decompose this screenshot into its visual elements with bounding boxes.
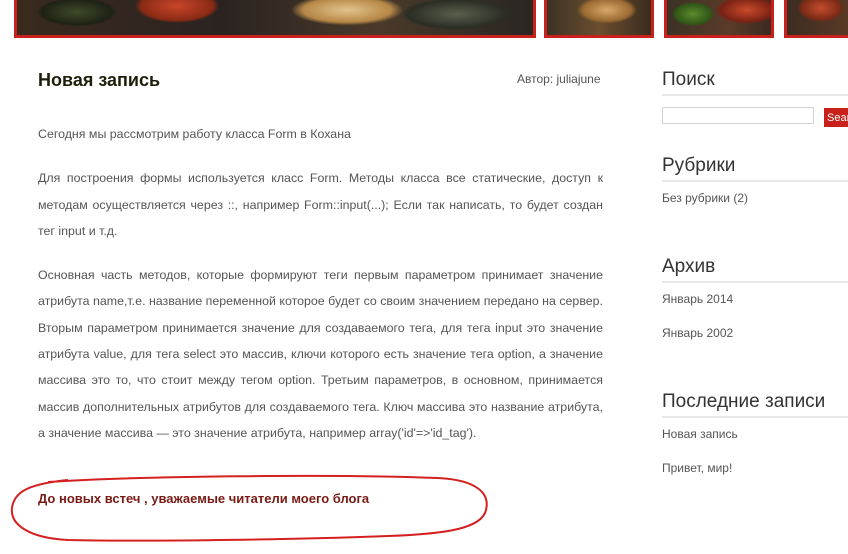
recent-posts-widget-title: Последние записи [662,390,848,418]
archive-link[interactable]: Январь 2014 [662,292,733,306]
search-button[interactable]: Search [824,108,848,127]
categories-widget-title: Рубрики [662,154,848,182]
hand-drawn-ellipse [10,474,488,542]
archive-widget-title: Архив [662,255,848,283]
closing-text: До новых встеч , уважаемые читатели моег… [38,491,370,506]
header-image-main [14,0,536,38]
post-paragraph: Для построения формы используется класс … [38,171,603,238]
post-content: Сегодня мы рассмотрим работу класса Form… [38,121,603,464]
recent-post-link[interactable]: Привет, мир! [662,461,732,475]
closing-annotation: До новых встеч , уважаемые читатели моег… [8,474,490,544]
category-link[interactable]: Без рубрики (2) [662,191,748,205]
search-widget-title: Поиск [662,68,848,96]
post-title[interactable]: Новая запись [38,70,160,91]
header-image-thumb-1[interactable] [544,0,654,38]
post-author: Автор: juliajune [517,72,601,86]
post-paragraph: Основная часть методов, которые формирую… [38,268,603,440]
post-paragraph: Сегодня мы рассмотрим работу класса Form… [38,127,351,141]
archive-link[interactable]: Январь 2002 [662,326,733,340]
search-input[interactable] [662,107,814,124]
recent-post-link[interactable]: Новая запись [662,427,738,441]
header-image-thumb-2[interactable] [664,0,774,38]
header-image-thumb-3[interactable] [784,0,848,38]
